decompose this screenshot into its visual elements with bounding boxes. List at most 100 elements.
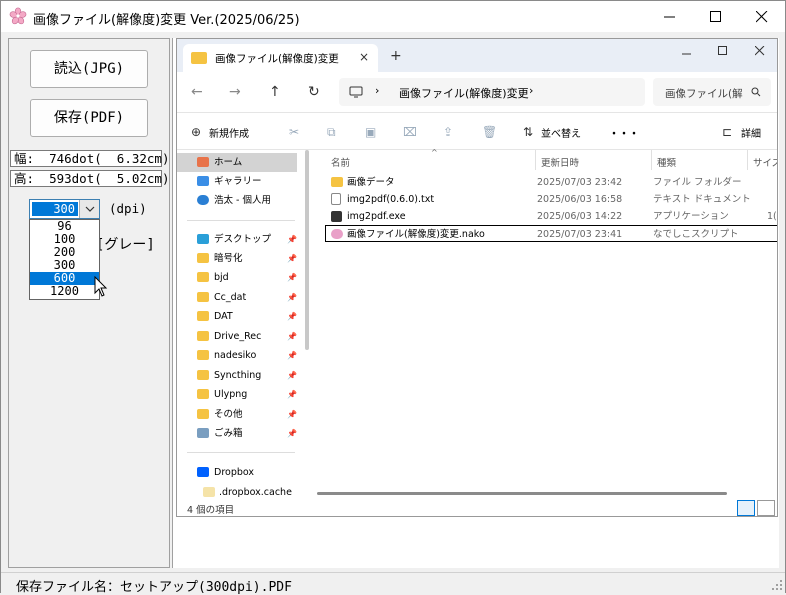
nav-item: ギャラリー [177,172,297,191]
sort-icon: ⇅ [523,125,534,139]
dpi-option[interactable]: 1200 [30,285,99,298]
explorer-minimize-icon [682,53,691,55]
explorer-close-icon [755,46,765,56]
minimize-icon [664,16,675,18]
exe-file-icon [331,211,342,222]
close-button[interactable] [739,1,785,32]
details-view-icon [737,500,755,516]
mouse-cursor-icon [94,276,108,297]
folder-icon [197,389,209,399]
dpi-selected-value: 300 [32,202,78,216]
grayscale-checkbox-label[interactable]: [グレー] [96,234,155,254]
new-tab-icon: + [390,48,402,64]
close-icon [756,11,768,23]
width-display: 幅: 746dot( 6.32cm) [10,150,170,167]
desktop-icon [197,234,209,244]
monitor-icon [349,86,363,98]
nav-item: 浩太 - 個人用 [177,191,297,210]
explorer-tab: 画像ファイル(解像度)変更 × [183,44,378,72]
nav-item: Syncthing 📌 [177,366,297,385]
resize-grip-icon[interactable] [771,579,783,591]
nako-script-icon [331,229,343,239]
column-header-size: サイズ [753,158,777,169]
delete-icon: 🗑 [482,125,498,139]
refresh-icon: ↻ [308,84,320,100]
back-arrow-icon: ← [191,84,203,100]
pin-icon: 📌 [287,293,297,302]
pin-icon: 📌 [287,332,297,341]
minimize-button[interactable] [647,1,693,32]
navigation-pane: ホーム ギャラリー 浩太 - 個人用 デスクトップ 📌 暗号化 📌 bjd 📌 Cc_… [177,150,307,498]
rename-icon: ⌧ [403,125,417,139]
nav-item: Drive_Rec 📌 [177,327,297,346]
copy-icon: ⧉ [327,125,336,139]
folder-icon [197,311,209,321]
search-box: 画像ファイル(解 [653,78,771,106]
address-text: 画像ファイル(解像度)変更 [399,87,529,100]
pin-icon: 📌 [287,429,297,438]
paste-icon: ▣ [365,125,377,139]
nav-divider [187,220,295,221]
folder-icon [197,370,209,380]
nav-item: Cc_dat 📌 [177,288,297,307]
maximize-icon [710,11,721,22]
file-row: 画像データ 2025/07/03 23:42 ファイル フォルダー [327,174,777,191]
nav-item: デスクトップ 📌 [177,230,297,249]
preview-image: 画像ファイル(解像度)変更 × + ← → ↑ ↻ › 画像ファイル(解像度)変… [176,38,778,517]
nav-item: bjd 📌 [177,268,297,287]
text-file-icon [331,193,341,205]
column-separator [535,150,536,170]
read-jpg-button[interactable]: 読込(JPG) [30,50,148,88]
add-icon: ⊕ [191,125,202,139]
save-pdf-button[interactable]: 保存(PDF) [30,99,148,137]
horizontal-scrollbar [317,492,727,495]
explorer-maximize-icon [718,46,727,55]
breadcrumb-chevron-icon: › [375,84,380,97]
explorer-status-bar: 4 個の項目 [177,498,777,516]
nav-item: その他 📌 [177,405,297,424]
chevron-down-icon [85,206,95,212]
maximize-button[interactable] [693,1,739,32]
forward-arrow-icon: → [229,84,241,100]
tab-close-icon: × [359,50,370,64]
dpi-unit-label: (dpi) [109,201,147,216]
folder-icon [197,253,209,263]
pin-icon: 📌 [287,312,297,321]
tiles-view-icon [757,500,775,516]
app-window: 画像ファイル(解像度)変更 Ver.(2025/06/25) 読込(JPG) 保… [0,0,786,595]
pin-icon: 📌 [287,235,297,244]
dpi-dropdown-list: 96 100 200 300 600 1200 [29,219,100,300]
explorer-tab-label: 画像ファイル(解像度)変更 [215,53,339,65]
save-filename-status: 保存ファイル名：セットアップ(300dpi).PDF [16,580,292,595]
sort-arrow-icon: ^ [431,148,438,157]
explorer-address-row: ← → ↑ ↻ › 画像ファイル(解像度)変更 › 画像ファイル(解 [177,72,777,112]
address-bar: › 画像ファイル(解像度)変更 › [339,78,645,106]
folder-icon [203,487,215,497]
window-title: 画像ファイル(解像度)変更 Ver.(2025/06/25) [33,13,300,28]
details-menu: 詳細 [741,129,761,140]
height-display: 高: 593dot( 5.02cm) [10,170,170,187]
column-header-date: 更新日時 [541,158,580,169]
folder-icon [191,52,207,64]
nav-scrollbar [305,150,309,350]
new-menu: 新規作成 [209,129,249,140]
nav-item: DAT 📌 [177,307,297,326]
item-count: 4 個の項目 [187,505,235,516]
up-arrow-icon: ↑ [269,84,281,100]
share-icon: ⇪ [443,125,454,139]
recycle-bin-icon [197,428,209,438]
details-pane-icon: ⊏ [722,125,733,139]
dropbox-icon [197,467,209,477]
search-icon [751,87,761,97]
nav-divider [187,452,295,453]
nav-item: nadesiko 📌 [177,346,297,365]
folder-icon [331,177,343,187]
dpi-dropdown-button[interactable] [79,200,99,218]
pin-icon: 📌 [287,254,297,263]
sakura-icon [9,7,27,25]
column-header-name: 名前 [331,158,351,169]
dpi-select[interactable]: 300 [29,199,100,219]
nav-item: ごみ箱 📌 [177,424,297,443]
column-header-type: 種類 [657,158,677,169]
nav-item: 暗号化 📌 [177,249,297,268]
